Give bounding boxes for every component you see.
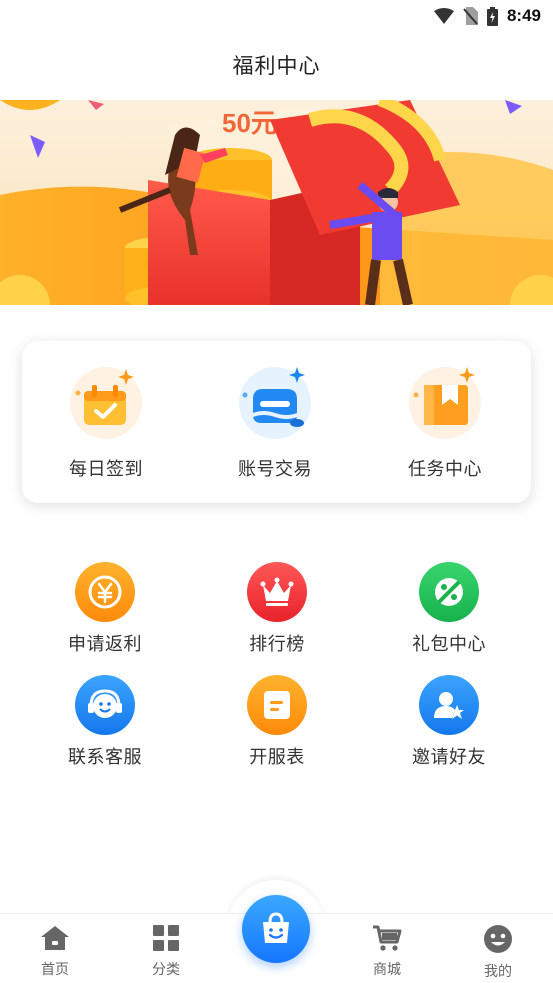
crown-icon [247, 562, 307, 622]
page-title: 福利中心 [232, 55, 321, 78]
tab-label: 首页 [41, 961, 69, 977]
feature-label: 账号交易 [238, 459, 312, 479]
tab-home[interactable]: 首页 [15, 924, 95, 979]
feature-task-center[interactable]: 任务中心 [370, 365, 520, 485]
calendar-check-icon [68, 365, 144, 441]
banner-amount-text: 50元 [222, 108, 277, 138]
grid-label: 邀请好友 [412, 747, 486, 767]
category-grid-icon [153, 925, 179, 951]
home-icon [41, 926, 69, 950]
grid-item-gift-center[interactable]: 礼包中心 [379, 562, 519, 656]
list-sheet-icon [247, 675, 307, 735]
grid-label: 联系客服 [68, 747, 142, 767]
battery-charging-icon [486, 6, 498, 26]
tab-center-shop[interactable] [242, 895, 310, 963]
promo-banner[interactable]: 50元 [0, 100, 553, 305]
wifi-icon [433, 8, 454, 24]
tab-label: 我的 [484, 963, 512, 979]
headset-icon [75, 675, 135, 735]
task-bookmark-icon [407, 365, 483, 441]
yen-coin-icon [75, 562, 135, 622]
gift-tag-icon [419, 562, 479, 622]
grid-item-invite-friends[interactable]: 邀请好友 [379, 675, 519, 769]
grid-item-customer-service[interactable]: 联系客服 [35, 675, 175, 769]
feature-daily-checkin[interactable]: 每日签到 [31, 365, 181, 485]
grid-label: 排行榜 [249, 634, 305, 654]
grid-item-ranking[interactable]: 排行榜 [207, 562, 347, 656]
feature-account-trade[interactable]: 账号交易 [200, 365, 350, 485]
feature-label: 任务中心 [408, 459, 482, 479]
grid-label: 申请返利 [68, 634, 142, 654]
shopping-bag-icon [263, 912, 289, 943]
tab-mine[interactable]: 我的 [458, 924, 538, 981]
status-time: 8:49 [506, 6, 541, 25]
user-star-icon [419, 675, 479, 735]
grid-item-rebate[interactable]: 申请返利 [35, 562, 175, 656]
no-sim-icon [463, 7, 478, 25]
banner-illustration: 50元 [0, 100, 553, 305]
tab-category[interactable]: 分类 [126, 924, 206, 979]
account-trade-icon [237, 365, 313, 441]
grid-label: 开服表 [249, 747, 305, 767]
tab-mall[interactable]: 商城 [347, 924, 427, 979]
status-bar: 8:49 [0, 0, 553, 30]
title-bar: 福利中心 [0, 30, 553, 100]
grid-item-server-schedule[interactable]: 开服表 [207, 675, 347, 769]
tab-label: 分类 [152, 961, 180, 977]
grid-label: 礼包中心 [412, 634, 486, 654]
smiley-icon [484, 925, 512, 953]
feature-label: 每日签到 [69, 459, 143, 479]
cart-icon [373, 925, 402, 951]
feature-card: 每日签到 账号交易 任务中心 [22, 341, 531, 503]
tab-label: 商城 [373, 961, 401, 977]
